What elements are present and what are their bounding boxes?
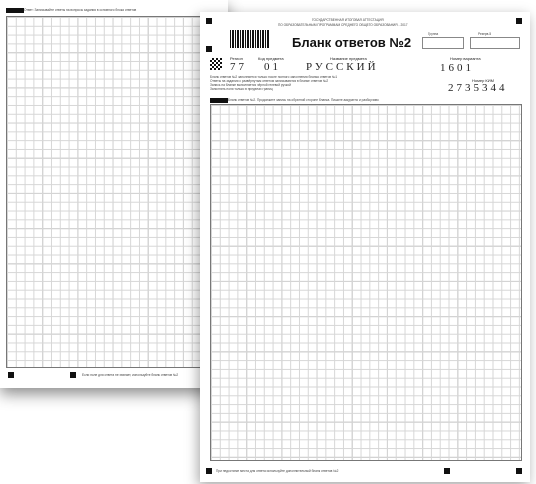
header-line-1: ГОСУДАРСТВЕННАЯ ИТОГОВАЯ АТТЕСТАЦИЯ (312, 18, 384, 22)
variant-label: Номер варианта (450, 56, 481, 61)
barcode (230, 30, 270, 48)
reserve-label: Резерв-5 (478, 32, 492, 36)
back-section-header-text: Ответ: Записывайте ответы на вопросы зад… (24, 8, 137, 12)
back-footer-note: Если поле для ответа не хватает, использ… (82, 373, 179, 377)
back-footer-mark (70, 372, 76, 378)
subject-name-value[interactable]: РУССКИЙ (306, 61, 379, 73)
side-mark (206, 46, 212, 52)
front-footer-note: При недостатке места для ответа использу… (216, 469, 339, 473)
subject-code-value[interactable]: 01 (264, 61, 281, 73)
corner-mark-bottom-right (516, 468, 522, 474)
front-answer-grid[interactable] (210, 104, 522, 461)
back-answer-sheet: Ответ: Записывайте ответы на вопросы зад… (0, 0, 230, 388)
front-section-header (210, 98, 228, 103)
front-answer-sheet: ГОСУДАРСТВЕННАЯ ИТОГОВАЯ АТТЕСТАЦИЯ ПО О… (200, 12, 530, 482)
reserve-box[interactable] (470, 37, 520, 49)
kim-value[interactable]: 2735344 (448, 82, 508, 94)
corner-mark-top-left (206, 18, 212, 24)
region-value[interactable]: 77 (230, 61, 247, 73)
back-corner-mark-left (8, 372, 14, 378)
group-box[interactable] (422, 37, 464, 49)
front-section-header-text: Бланк ответов №2. Продолжите запись на о… (228, 98, 379, 102)
header-line-2: ПО ОБРАЗОВАТЕЛЬНЫМ ПРОГРАММАМ СРЕДНЕГО О… (278, 23, 408, 27)
back-answer-grid[interactable] (6, 16, 230, 368)
corner-mark-bottom-left (206, 468, 212, 474)
group-label: Группа (428, 32, 439, 36)
variant-value[interactable]: 1601 (440, 62, 474, 74)
qr-code (210, 58, 222, 70)
form-title: Бланк ответов №2 (292, 35, 412, 50)
back-section-header (6, 8, 24, 13)
bottom-center-mark (444, 468, 450, 474)
corner-mark-top-right (516, 18, 522, 24)
instruction-line-4: Заполнять поля только в пределах границ (210, 87, 273, 91)
